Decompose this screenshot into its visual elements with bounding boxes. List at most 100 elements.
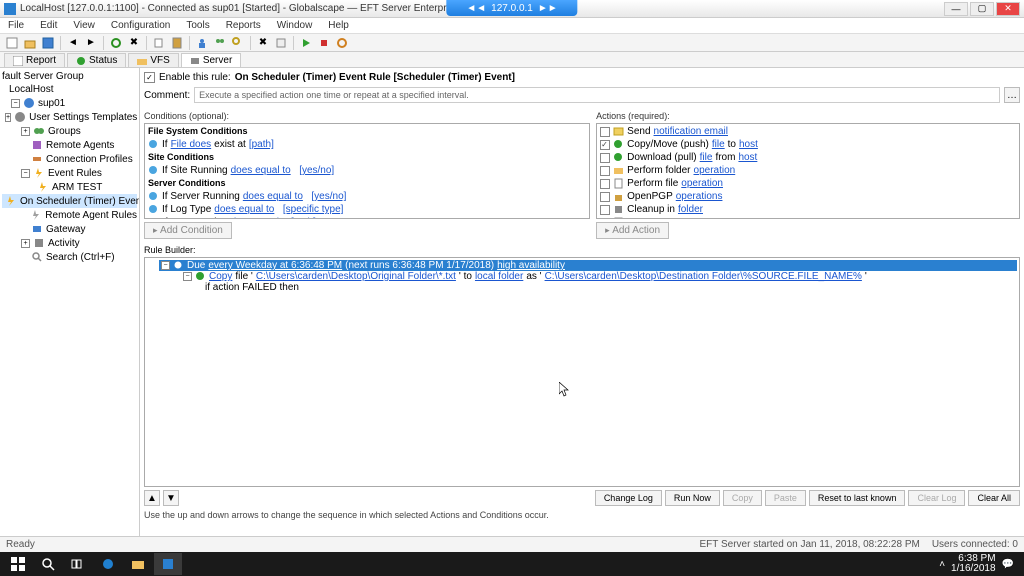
tab-report[interactable]: Report: [4, 53, 65, 67]
checkbox[interactable]: [600, 140, 610, 150]
task-search[interactable]: [34, 553, 62, 575]
tab-vfs[interactable]: VFS: [128, 53, 178, 67]
action-perform-folder[interactable]: Perform folder operation: [598, 164, 1018, 177]
tree-sup01[interactable]: −sup01: [2, 96, 137, 110]
enable-rule-checkbox[interactable]: ✓: [144, 72, 155, 83]
tree-activity[interactable]: +Activity: [2, 236, 137, 250]
run-now-button[interactable]: Run Now: [665, 490, 720, 506]
action-cleanup[interactable]: Cleanup in folder: [598, 203, 1018, 216]
action-download[interactable]: Download (pull) file from host: [598, 151, 1018, 164]
tool-stop2[interactable]: [316, 35, 332, 51]
comment-expand-button[interactable]: …: [1004, 87, 1020, 103]
tool-back[interactable]: ◄: [65, 35, 81, 51]
task-view[interactable]: [64, 553, 92, 575]
maximize-button[interactable]: ▢: [970, 2, 994, 16]
add-condition-button[interactable]: ▸ Add Condition: [144, 222, 232, 239]
change-log-button[interactable]: Change Log: [595, 490, 662, 506]
tool-props[interactable]: [273, 35, 289, 51]
comment-input[interactable]: [194, 87, 1000, 103]
cond-site-running[interactable]: If Site Running does equal to [yes/no]: [146, 164, 588, 177]
move-down-button[interactable]: ▼: [163, 490, 179, 506]
menu-edit[interactable]: Edit: [36, 20, 61, 31]
tray-notification-icon[interactable]: 💬: [1002, 559, 1014, 570]
tree-groups[interactable]: +Groups: [2, 124, 137, 138]
rb-copy-line[interactable]: − Copy file 'C:\Users\carden\Desktop\Ori…: [181, 271, 1017, 282]
tool-forward[interactable]: ►: [83, 35, 99, 51]
tool-save[interactable]: [40, 35, 56, 51]
tree-toggle-icon[interactable]: −: [21, 169, 30, 178]
tool-new[interactable]: [4, 35, 20, 51]
nav-next-icon[interactable]: ►►: [538, 3, 558, 14]
collapse-icon[interactable]: −: [161, 261, 170, 270]
menu-view[interactable]: View: [69, 20, 99, 31]
rb-schedule-line[interactable]: − Due every Weekday at 6:36:48 PM (next …: [159, 260, 1017, 271]
cond-log-type[interactable]: If Log Type does equal to [specific type…: [146, 203, 588, 216]
actions-list[interactable]: Send notification email Copy/Move (push)…: [596, 123, 1020, 219]
menu-tools[interactable]: Tools: [182, 20, 213, 31]
paste-button[interactable]: Paste: [765, 490, 806, 506]
tool-user[interactable]: [194, 35, 210, 51]
task-explorer[interactable]: [124, 553, 152, 575]
tab-server[interactable]: Server: [181, 53, 241, 67]
nav-prev-icon[interactable]: ◄◄: [466, 3, 486, 14]
checkbox[interactable]: [600, 218, 610, 220]
checkbox[interactable]: [600, 192, 610, 202]
tree-gateway[interactable]: Gateway: [2, 222, 137, 236]
cond-file-exist[interactable]: If File does exist at [path]: [146, 138, 588, 151]
rule-builder[interactable]: − Due every Weekday at 6:36:48 PM (next …: [144, 257, 1020, 487]
tool-open[interactable]: [22, 35, 38, 51]
checkbox[interactable]: [600, 127, 610, 137]
tab-status[interactable]: Status: [67, 53, 126, 67]
tool-paste[interactable]: [169, 35, 185, 51]
tool-copy[interactable]: [151, 35, 167, 51]
tree-on-scheduler[interactable]: On Scheduler (Timer) Event Rule: [2, 194, 137, 208]
checkbox[interactable]: [600, 153, 610, 163]
start-button[interactable]: [4, 553, 32, 575]
checkbox[interactable]: [600, 166, 610, 176]
tree-toggle-icon[interactable]: +: [21, 239, 30, 248]
action-send-email[interactable]: Send notification email: [598, 125, 1018, 138]
tool-stop[interactable]: ✖: [126, 35, 142, 51]
copy-button[interactable]: Copy: [723, 490, 762, 506]
move-up-button[interactable]: ▲: [144, 490, 160, 506]
tree-user-settings[interactable]: +User Settings Templates: [2, 110, 137, 124]
tree-root[interactable]: fault Server Group: [2, 70, 137, 83]
collapse-icon[interactable]: −: [183, 272, 192, 281]
checkbox[interactable]: [600, 179, 610, 189]
tool-delete[interactable]: ✖: [255, 35, 271, 51]
reset-button[interactable]: Reset to last known: [809, 490, 906, 506]
close-button[interactable]: ✕: [996, 2, 1020, 16]
action-perform-file[interactable]: Perform file operation: [598, 177, 1018, 190]
tray-up-icon[interactable]: ˄: [939, 559, 945, 570]
add-action-button[interactable]: ▸ Add Action: [596, 222, 669, 239]
minimize-button[interactable]: —: [944, 2, 968, 16]
tree-search[interactable]: Search (Ctrl+F): [2, 250, 137, 264]
sidebar-tree[interactable]: fault Server Group LocalHost −sup01 +Use…: [0, 68, 140, 548]
tree-event-rules[interactable]: −Event Rules: [2, 166, 137, 180]
tool-refresh[interactable]: [108, 35, 124, 51]
tool-key[interactable]: [230, 35, 246, 51]
menu-help[interactable]: Help: [324, 20, 353, 31]
tree-toggle-icon[interactable]: +: [21, 127, 30, 136]
tree-arm-test[interactable]: ARM TEST: [2, 180, 137, 194]
clear-log-button[interactable]: Clear Log: [908, 490, 965, 506]
rb-if-failed-line[interactable]: if action FAILED then: [203, 282, 1017, 293]
tree-remote-agents[interactable]: Remote Agents: [2, 138, 137, 152]
action-openpgp[interactable]: OpenPGP operations: [598, 190, 1018, 203]
conditions-list[interactable]: File System Conditions If File does exis…: [144, 123, 590, 219]
tree-remote-agent-rules[interactable]: Remote Agent Rules: [2, 208, 137, 222]
tree-toggle-icon[interactable]: +: [5, 113, 11, 122]
cond-server-running[interactable]: If Server Running does equal to [yes/no]: [146, 190, 588, 203]
tool-start[interactable]: [298, 35, 314, 51]
action-generate-report[interactable]: Generate Report: [598, 216, 1018, 219]
action-copy-move[interactable]: Copy/Move (push) file to host: [598, 138, 1018, 151]
tree-toggle-icon[interactable]: −: [11, 99, 20, 108]
tree-localhost[interactable]: LocalHost: [2, 83, 137, 96]
menu-configuration[interactable]: Configuration: [107, 20, 174, 31]
checkbox[interactable]: [600, 205, 610, 215]
tool-restart[interactable]: [334, 35, 350, 51]
menu-reports[interactable]: Reports: [222, 20, 265, 31]
clear-all-button[interactable]: Clear All: [968, 490, 1020, 506]
cond-log-location[interactable]: If Log Location does match [path]: [146, 216, 588, 219]
task-eft[interactable]: [154, 553, 182, 575]
